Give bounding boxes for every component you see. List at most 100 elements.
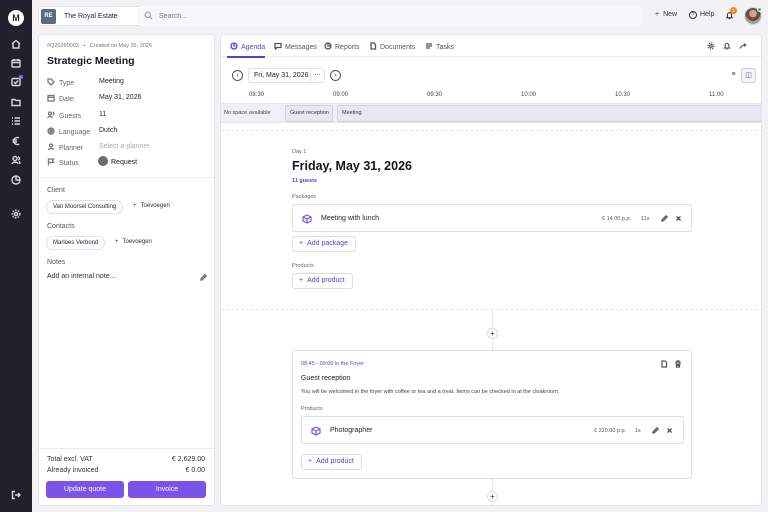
notifications-button[interactable]: 1 [725,7,737,20]
contact-chip[interactable]: Marloes Verbond [46,236,106,250]
folder-icon[interactable] [11,97,21,107]
tasks-icon[interactable] [11,116,21,126]
tab-agenda[interactable]: Agenda [230,42,265,51]
close-icon[interactable] [675,215,682,222]
event-time: 08:45 - 09:00 in the Foyer [301,361,364,367]
field-label: Status [59,160,79,167]
help-button[interactable]: ? Help [689,11,714,19]
copy-icon[interactable] [660,360,668,368]
add-contact-label: Toevoegen [122,239,152,245]
contacts-icon[interactable] [11,155,21,165]
trash-icon[interactable] [674,360,682,368]
time-label: 10:00 [521,92,537,98]
plus-icon: + [299,277,304,284]
close-icon[interactable] [666,427,673,434]
tab-label: Agenda [241,44,266,51]
booking-id: #Q20260003 [47,43,79,49]
calendar-icon [47,94,55,102]
timeline-row: No space available Guest reception Meeti… [221,103,761,123]
field-date-value[interactable]: May 31, 2026 [99,94,141,101]
settings-icon[interactable] [707,42,715,50]
logout-icon[interactable] [11,490,21,500]
planner-select[interactable]: Select a planner [99,143,150,150]
tab-documents[interactable]: Documents [369,42,415,51]
add-event-button[interactable]: + [487,328,498,339]
help-icon: ? [689,11,697,19]
booking-meta: #Q20260003 • Created on May 26, 2026 [47,43,152,49]
time-label: 09:30 [427,92,443,98]
time-label: 09:00 [333,92,349,98]
venue-name: The Royal Estate [64,13,118,20]
divider [39,448,216,449]
update-quote-button[interactable]: Update quote [46,481,124,498]
bell-icon[interactable] [723,42,731,50]
field-label: Guests [59,113,82,120]
split-view-icon[interactable]: ◫ [741,68,756,83]
users-icon [47,111,55,119]
status-icon [98,156,108,166]
add-client-button[interactable]: + Toevoegen [133,203,170,209]
new-label: New [663,11,678,18]
product-quantity[interactable]: 1x [635,428,641,434]
tab-messages[interactable]: Messages [274,42,317,51]
add-product-label: Add product [316,458,354,465]
add-note-input[interactable]: Add an internal note... [47,273,116,280]
next-day-button[interactable]: › [330,70,341,81]
field-label: Date [59,96,74,103]
share-icon[interactable] [739,42,747,50]
product-card[interactable]: Photographer € 220.00 p.p. 1x [301,416,684,444]
tab-label: Reports [335,44,360,51]
reports-icon[interactable] [11,175,21,185]
notes-heading: Notes [47,259,66,266]
add-product-label: Add product [307,277,345,284]
add-client-label: Toevoegen [140,203,170,209]
package-price: € 14.00 p.p. [602,216,632,222]
tab-reports[interactable]: Reports [324,42,360,51]
field-type-value[interactable]: Meeting [99,78,124,85]
app-logo[interactable]: M [8,10,24,26]
notification-count: 1 [730,7,737,14]
settings-icon[interactable] [11,209,21,219]
previous-day-button[interactable]: ‹ [232,70,243,81]
field-language-label: Language [47,127,90,136]
add-contact-button[interactable]: + Toevoegen [115,239,152,245]
timeline-block-meeting[interactable]: Meeting [337,105,761,122]
tab-tasks[interactable]: Tasks [425,42,454,51]
home-icon[interactable] [11,39,21,49]
add-event-button[interactable]: + [487,491,498,502]
event-card[interactable]: 08:45 - 09:00 in the Foyer Guest recepti… [292,350,692,479]
event-add-product-button[interactable]: + Add product [301,454,362,470]
client-chip[interactable]: Van Moorsel Consulting [46,200,124,214]
date-picker[interactable]: Fri, May 31, 2026 ... [248,68,325,83]
clock-icon [230,42,238,50]
list-view-icon[interactable]: ≡ [726,68,741,83]
plus-icon: + [655,11,660,18]
timeline-block-guest-reception[interactable]: Guest reception [285,105,333,122]
calendar-icon[interactable] [11,58,21,68]
day-title: Friday, May 31, 2026 [292,159,412,173]
pencil-icon[interactable] [652,426,660,434]
package-card[interactable]: Meeting with lunch € 14.00 p.p. 11x [292,204,692,232]
person-icon [47,143,55,151]
pencil-icon[interactable] [200,273,208,281]
globe-icon [47,127,55,136]
field-language-value[interactable]: Dutch [99,127,117,134]
bookings-icon[interactable] [11,75,23,87]
field-label: Language [59,129,91,136]
avatar[interactable] [744,7,762,25]
page-title[interactable]: Strategic Meeting [47,55,135,67]
add-package-button[interactable]: + Add package [292,236,356,252]
status-badge[interactable]: Request [98,156,137,166]
nav-rail: M [0,0,32,512]
search-input[interactable] [159,9,459,23]
package-quantity[interactable]: 11x [641,216,649,222]
new-button[interactable]: + New [655,11,677,18]
invoice-button[interactable]: Invoice [128,481,206,498]
contacts-heading: Contacts [47,223,75,230]
add-product-button[interactable]: + Add product [292,273,353,289]
field-guests-value[interactable]: 11 [99,111,106,118]
date-more-button[interactable]: ... [310,69,324,82]
finance-icon[interactable] [11,136,21,146]
pencil-icon[interactable] [661,214,669,222]
guests-link[interactable]: 11 guests [292,178,317,184]
